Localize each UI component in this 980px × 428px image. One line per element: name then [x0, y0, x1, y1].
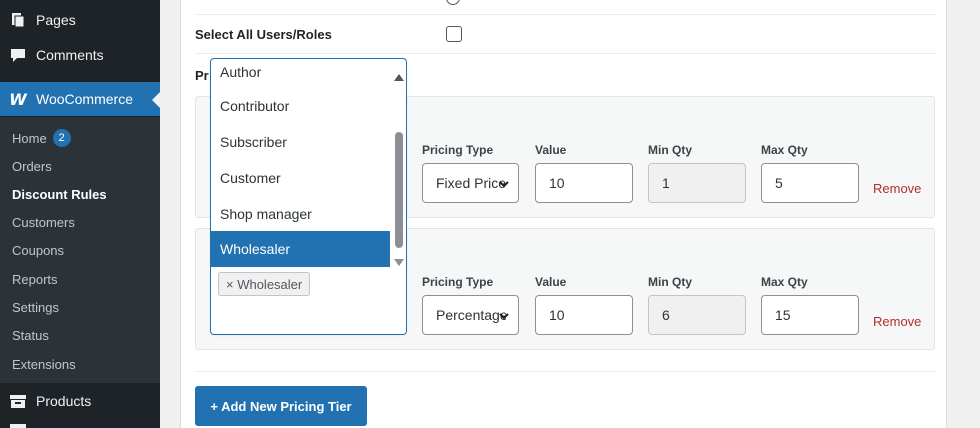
- menu-pages[interactable]: Pages: [0, 3, 160, 37]
- products-icon: [0, 393, 36, 409]
- submenu-extensions-label: Extensions: [12, 356, 76, 372]
- role-option[interactable]: Shop manager: [211, 196, 390, 232]
- menu-products[interactable]: Products: [0, 384, 160, 418]
- pricing-section-label: Pr: [195, 68, 209, 83]
- max-qty-input[interactable]: 15: [761, 295, 859, 335]
- value-input[interactable]: 10: [535, 163, 633, 203]
- submenu-discount-rules[interactable]: Discount Rules: [12, 184, 107, 204]
- scrollbar-thumb[interactable]: [395, 132, 403, 248]
- submenu-discount-rules-label: Discount Rules: [12, 186, 107, 202]
- submenu-customers[interactable]: Customers: [12, 212, 75, 232]
- role-option[interactable]: Customer: [211, 160, 390, 196]
- pages-icon: [0, 12, 36, 28]
- submenu-status-label: Status: [12, 327, 49, 343]
- value-label: Value: [535, 143, 567, 157]
- submenu-settings-label: Settings: [12, 299, 59, 315]
- role-select-dropdown[interactable]: Author Contributor Subscriber Customer S…: [210, 58, 407, 335]
- next-menu-icon: [10, 424, 26, 428]
- pricing-type-value: Fixed Price: [436, 175, 506, 191]
- divider: [195, 53, 935, 54]
- submenu-coupons-label: Coupons: [12, 242, 65, 258]
- max-qty-label: Max Qty: [761, 143, 808, 157]
- chevron-down-icon: [498, 309, 510, 325]
- submenu-coupons[interactable]: Coupons: [12, 240, 64, 260]
- min-qty-label: Min Qty: [648, 275, 692, 289]
- selected-role-tag[interactable]: × Wholesaler: [218, 272, 311, 296]
- add-pricing-tier-button[interactable]: + Add New Pricing Tier: [195, 386, 367, 426]
- menu-woocommerce-label: WooCommerce: [36, 91, 133, 107]
- max-qty-label: Max Qty: [761, 275, 808, 289]
- submenu-orders-label: Orders: [12, 158, 52, 174]
- role-option-highlighted[interactable]: Wholesaler: [211, 231, 390, 267]
- submenu-customers-label: Customers: [12, 214, 75, 230]
- role-option[interactable]: Subscriber: [211, 124, 390, 160]
- woocommerce-icon: W: [9, 89, 27, 109]
- scroll-up-arrow-icon[interactable]: [394, 68, 404, 86]
- remove-link[interactable]: Remove: [873, 314, 921, 329]
- divider: [195, 14, 935, 15]
- remove-link[interactable]: Remove: [873, 181, 921, 196]
- submenu-reports-label: Reports: [12, 271, 58, 287]
- role-option[interactable]: Contributor: [211, 88, 390, 124]
- min-qty-input: 1: [648, 163, 746, 203]
- menu-woocommerce[interactable]: W WooCommerce: [0, 82, 160, 116]
- menu-comments[interactable]: Comments: [0, 38, 160, 72]
- value-label: Value: [535, 275, 567, 289]
- submenu-home-label: Home: [12, 130, 47, 146]
- min-qty-input: 6: [648, 295, 746, 335]
- pricing-type-select[interactable]: Fixed Price: [422, 163, 519, 203]
- pricing-type-select[interactable]: Percentage: [422, 295, 519, 335]
- submenu-reports[interactable]: Reports: [12, 269, 58, 289]
- pricing-type-value: Percentage: [436, 307, 506, 323]
- min-qty-label: Min Qty: [648, 143, 692, 157]
- chevron-down-icon: [498, 177, 510, 193]
- pricing-type-label: Pricing Type: [422, 143, 494, 157]
- submenu-extensions[interactable]: Extensions: [12, 354, 76, 374]
- submenu-settings[interactable]: Settings: [12, 297, 59, 317]
- admin-sidebar: Pages Comments W WooCommerce Home 2 Orde…: [0, 0, 160, 428]
- submenu-orders[interactable]: Orders: [12, 156, 52, 176]
- select-all-checkbox[interactable]: [446, 26, 462, 42]
- menu-products-label: Products: [36, 393, 92, 409]
- pricing-type-label: Pricing Type: [422, 275, 494, 289]
- divider: [195, 371, 935, 372]
- submenu-status[interactable]: Status: [12, 325, 49, 345]
- scroll-down-arrow-icon[interactable]: [394, 254, 404, 272]
- max-qty-input[interactable]: 5: [761, 163, 859, 203]
- comments-icon: [0, 47, 36, 63]
- woocommerce-submenu: Home 2 Orders Discount Rules Customers C…: [0, 117, 160, 383]
- role-option[interactable]: Author: [211, 59, 390, 90]
- select-all-label: Select All Users/Roles: [195, 27, 332, 42]
- notification-badge: 2: [52, 129, 71, 147]
- submenu-home[interactable]: Home 2: [12, 128, 71, 148]
- menu-pages-label: Pages: [36, 12, 76, 28]
- menu-comments-label: Comments: [36, 47, 104, 63]
- value-input[interactable]: 10: [535, 295, 633, 335]
